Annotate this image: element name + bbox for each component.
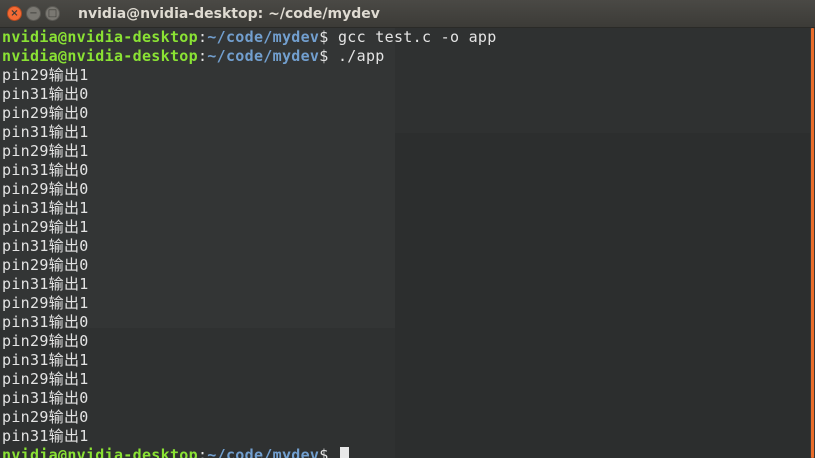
prompt-symbol: $	[319, 28, 329, 46]
output-line: pin31输出0	[2, 313, 89, 331]
output-line: pin29输出0	[2, 180, 89, 198]
output-line: pin29输出0	[2, 408, 89, 426]
prompt-user: nvidia@nvidia-desktop	[2, 47, 198, 65]
prompt-path: ~/code/mydev	[207, 28, 320, 46]
prompt-user: nvidia@nvidia-desktop	[2, 28, 198, 46]
title-bar[interactable]: × − □ nvidia@nvidia-desktop: ~/code/myde…	[0, 0, 815, 28]
close-icon[interactable]: ×	[7, 6, 22, 21]
window-title: nvidia@nvidia-desktop: ~/code/mydev	[78, 5, 380, 22]
output-line: pin31输出1	[2, 275, 89, 293]
output-line: pin31输出0	[2, 389, 89, 407]
terminal-area[interactable]: nvidia@nvidia-desktop:~/code/mydev$ gcc …	[0, 28, 810, 458]
prompt-line: nvidia@nvidia-desktop:~/code/mydev$ ./ap…	[2, 47, 497, 66]
scrollbar[interactable]	[810, 28, 815, 458]
prompt-symbol: $	[319, 47, 329, 65]
output-line: pin29输出0	[2, 256, 89, 274]
terminal-window: × − □ nvidia@nvidia-desktop: ~/code/myde…	[0, 0, 815, 458]
prompt-user: nvidia@nvidia-desktop	[2, 446, 198, 458]
output-line: pin29输出1	[2, 370, 89, 388]
prompt-separator: :	[197, 28, 208, 46]
output-line: pin31输出0	[2, 161, 89, 179]
output-line: pin31输出0	[2, 237, 89, 255]
prompt-path: ~/code/mydev	[207, 446, 320, 458]
output-line: pin29输出0	[2, 332, 89, 350]
output-line: pin29输出1	[2, 218, 89, 236]
output-line: pin31输出1	[2, 427, 89, 445]
output-line: pin29输出1	[2, 294, 89, 312]
prompt-line: nvidia@nvidia-desktop:~/code/mydev$ gcc …	[2, 28, 497, 47]
command-text: ./app	[337, 47, 385, 65]
prompt-separator: :	[197, 446, 208, 458]
output-line: pin31输出1	[2, 123, 89, 141]
output-line: pin31输出0	[2, 85, 89, 103]
minimize-icon[interactable]: −	[26, 6, 41, 21]
output-line: pin29输出1	[2, 66, 89, 84]
prompt-path: ~/code/mydev	[207, 47, 320, 65]
command-text: gcc test.c -o app	[337, 28, 497, 46]
window-controls: × − □	[7, 6, 64, 21]
terminal-output: nvidia@nvidia-desktop:~/code/mydev$ gcc …	[2, 28, 497, 458]
prompt-line: nvidia@nvidia-desktop:~/code/mydev$	[2, 446, 497, 458]
prompt-symbol: $	[319, 446, 329, 458]
output-line: pin29输出1	[2, 142, 89, 160]
output-line: pin31输出1	[2, 351, 89, 369]
text-cursor	[339, 447, 349, 458]
output-line: pin29输出0	[2, 104, 89, 122]
maximize-icon[interactable]: □	[45, 6, 60, 21]
output-line: pin31输出1	[2, 199, 89, 217]
scrollbar-thumb[interactable]	[811, 28, 814, 458]
prompt-separator: :	[197, 47, 208, 65]
